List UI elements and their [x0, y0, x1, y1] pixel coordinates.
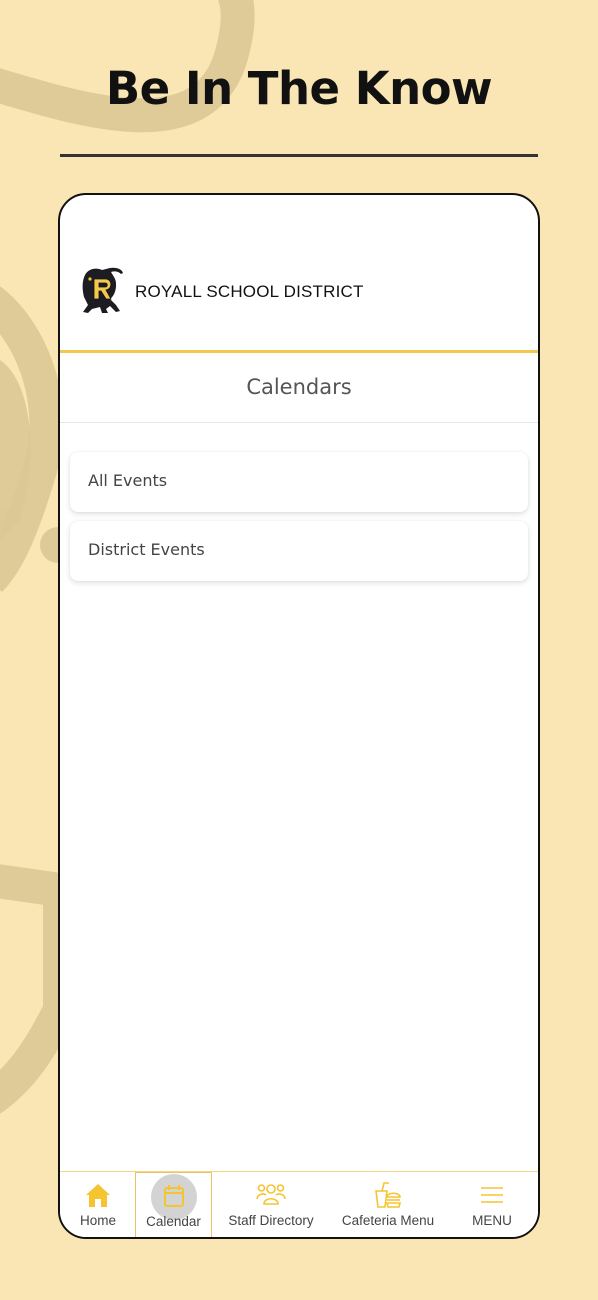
tab-label: Home: [79, 1213, 116, 1228]
tab-menu[interactable]: MENU: [446, 1172, 538, 1237]
calendar-item-label: All Events: [88, 471, 168, 490]
page-title: Calendars: [246, 375, 352, 399]
calendar-item-all-events[interactable]: All Events: [70, 452, 528, 512]
page-title-bar: Calendars: [60, 353, 538, 423]
tab-label: MENU: [472, 1213, 512, 1228]
menu-icon: [481, 1187, 503, 1203]
tab-staff-directory[interactable]: Staff Directory: [212, 1172, 330, 1237]
panther-logo-icon: [82, 267, 123, 313]
district-name: ROYALL SCHOOL DISTRICT: [135, 282, 364, 301]
people-icon: [256, 1184, 286, 1205]
app-header: ROYALL SCHOOL DISTRICT: [60, 195, 538, 353]
tab-label: Calendar: [146, 1214, 201, 1229]
home-icon: [86, 1184, 110, 1207]
tab-cafeteria-menu[interactable]: Cafeteria Menu: [330, 1172, 446, 1237]
calendar-item-district-events[interactable]: District Events: [70, 521, 528, 581]
promo-headline: Be In The Know: [105, 62, 493, 115]
bottom-tab-bar: Home Calendar Staff Directory Cafeteria …: [60, 1171, 538, 1237]
headline-divider: [60, 154, 538, 157]
tab-label: Staff Directory: [228, 1213, 314, 1228]
tab-calendar[interactable]: Calendar: [135, 1172, 212, 1237]
tab-label: Cafeteria Menu: [341, 1213, 435, 1228]
phone-frame: ROYALL SCHOOL DISTRICT Calendars All Eve…: [58, 193, 540, 1239]
calendar-icon: [163, 1185, 184, 1207]
calendar-item-label: District Events: [88, 540, 205, 559]
tab-home[interactable]: Home: [60, 1172, 136, 1237]
food-icon: [375, 1182, 402, 1208]
